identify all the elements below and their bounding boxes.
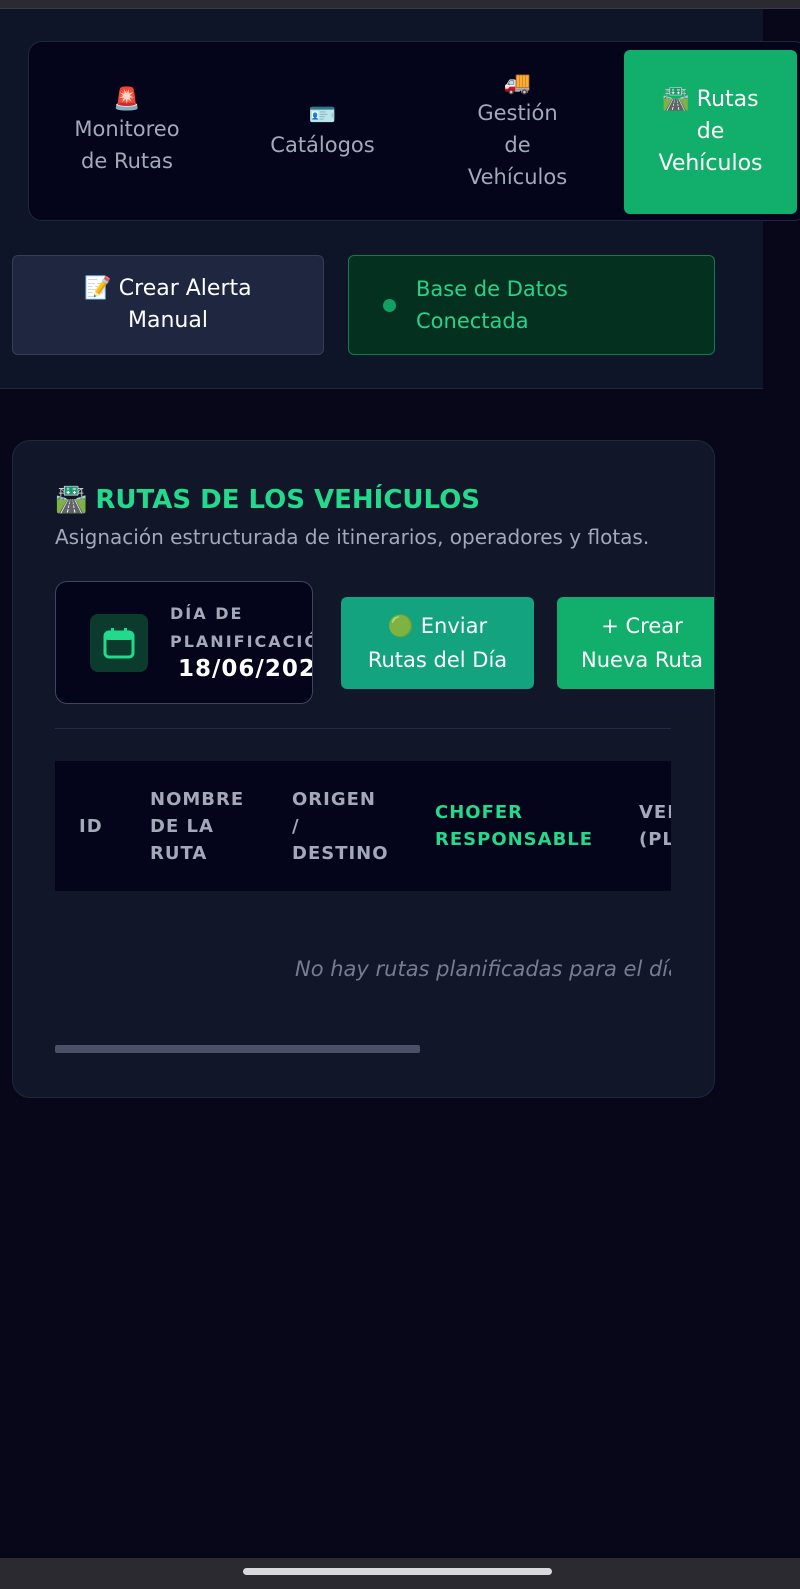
new-label-line1: + Crear — [601, 614, 683, 638]
col-label: RUTA — [150, 842, 208, 864]
truck-icon: 🚚 — [503, 71, 532, 96]
column-header-id[interactable]: ID — [79, 761, 103, 891]
card-subtitle: Asignación estructurada de itinerarios, … — [55, 525, 650, 549]
col-label: NOMBRE — [150, 788, 245, 810]
db-status-line2: Conectada — [416, 309, 529, 333]
home-indicator[interactable] — [243, 1568, 552, 1575]
create-manual-alert-button[interactable]: 📝 Crear Alerta Manual — [12, 255, 324, 355]
alert-button-line1: 📝 Crear Alerta — [84, 273, 251, 305]
empty-state-message: No hay rutas planificadas para el día — [295, 957, 671, 981]
column-header-vehicle[interactable]: VEHÍCULO (PLACA) — [639, 761, 671, 891]
alert-label-line2: Manual — [128, 308, 208, 333]
col-label: CHOFER — [435, 802, 524, 823]
col-label: RESPONSABLE — [435, 829, 594, 850]
horizontal-scrollbar[interactable] — [55, 1045, 420, 1053]
column-header-origin-destination[interactable]: ORIGEN / DESTINO — [292, 761, 389, 891]
nav-tabbar: 🚨 Monitoreo de Rutas 🪪 Catálogos 🚚 Gesti… — [28, 41, 800, 221]
tab-label: de — [504, 133, 531, 157]
tab-label: Monitoreo — [74, 117, 180, 141]
date-label-line1: DÍA DE — [170, 604, 244, 623]
date-value[interactable]: 18/06/2026 — [178, 656, 312, 682]
planning-date-picker[interactable]: DÍA DE PLANIFICACIÓN 18/06/2026 — [55, 581, 313, 704]
db-status-line1: Base de Datos — [416, 277, 568, 301]
col-label: DE LA — [150, 815, 214, 837]
tab-label-text: Rutas — [696, 87, 759, 112]
card-title-text: RUTAS DE LOS VEHÍCULOS — [95, 485, 481, 515]
col-label: (PLACA) — [639, 829, 671, 850]
tab-label: Vehículos — [658, 151, 763, 176]
col-label: DESTINO — [292, 842, 389, 864]
tab-label: Gestión — [477, 101, 558, 125]
create-route-button[interactable]: + Crear Nueva Ruta — [557, 597, 714, 689]
date-label-line2: PLANIFICACIÓN — [170, 632, 312, 651]
col-label: ORIGEN — [292, 788, 376, 810]
road-icon: 🛣️ — [55, 485, 88, 515]
routes-card: 🛣️ RUTAS DE LOS VEHÍCULOS Asignación est… — [12, 440, 715, 1098]
send-label-line2: Rutas del Día — [367, 648, 508, 672]
tab-label: de Rutas — [81, 149, 173, 173]
siren-icon: 🚨 — [113, 87, 141, 112]
table-header: ID NOMBRE DE LA RUTA ORIGEN / DESTINO CH… — [55, 761, 671, 891]
id-card-icon: 🪪 — [308, 103, 337, 128]
tab-monitoreo-rutas[interactable]: 🚨 Monitoreo de Rutas — [29, 42, 225, 222]
green-circle-icon: 🟢 — [387, 614, 415, 638]
status-dot-icon — [383, 298, 396, 312]
road-icon: 🛣️ — [662, 87, 690, 112]
tab-label: de — [696, 119, 725, 144]
send-daily-routes-button[interactable]: 🟢 Enviar Rutas del Día — [341, 597, 534, 689]
send-label: Enviar — [420, 614, 488, 638]
calendar-icon — [90, 614, 148, 672]
send-label-line1: 🟢 Enviar — [368, 609, 507, 643]
alert-label: Crear Alerta — [118, 276, 252, 301]
col-label: VEHÍCULO — [639, 802, 671, 823]
tab-label: Vehículos — [467, 165, 568, 189]
memo-icon: 📝 — [84, 276, 112, 301]
tab-rutas-vehiculos[interactable]: 🛣️ Rutas de Vehículos — [624, 50, 797, 214]
column-header-route-name[interactable]: NOMBRE DE LA RUTA — [150, 761, 244, 891]
col-label: / — [292, 815, 300, 837]
routes-table: ID NOMBRE DE LA RUTA ORIGEN / DESTINO CH… — [55, 761, 671, 1061]
column-header-driver[interactable]: CHOFER RESPONSABLE — [435, 761, 593, 891]
new-label-line2: Nueva Ruta — [581, 648, 703, 672]
date-label: DÍA DE PLANIFICACIÓN — [170, 600, 312, 656]
tab-label: Catálogos — [270, 133, 375, 157]
divider — [55, 728, 671, 729]
col-label: ID — [79, 815, 103, 837]
database-status-badge: Base de Datos Conectada — [348, 255, 715, 355]
tab-gestion-vehiculos[interactable]: 🚚 Gestión de Vehículos — [420, 42, 615, 222]
tab-catalogos[interactable]: 🪪 Catálogos — [225, 42, 420, 222]
status-bar — [0, 0, 800, 9]
card-title: 🛣️ RUTAS DE LOS VEHÍCULOS — [55, 485, 480, 515]
tab-label: 🛣️ Rutas — [662, 84, 758, 116]
